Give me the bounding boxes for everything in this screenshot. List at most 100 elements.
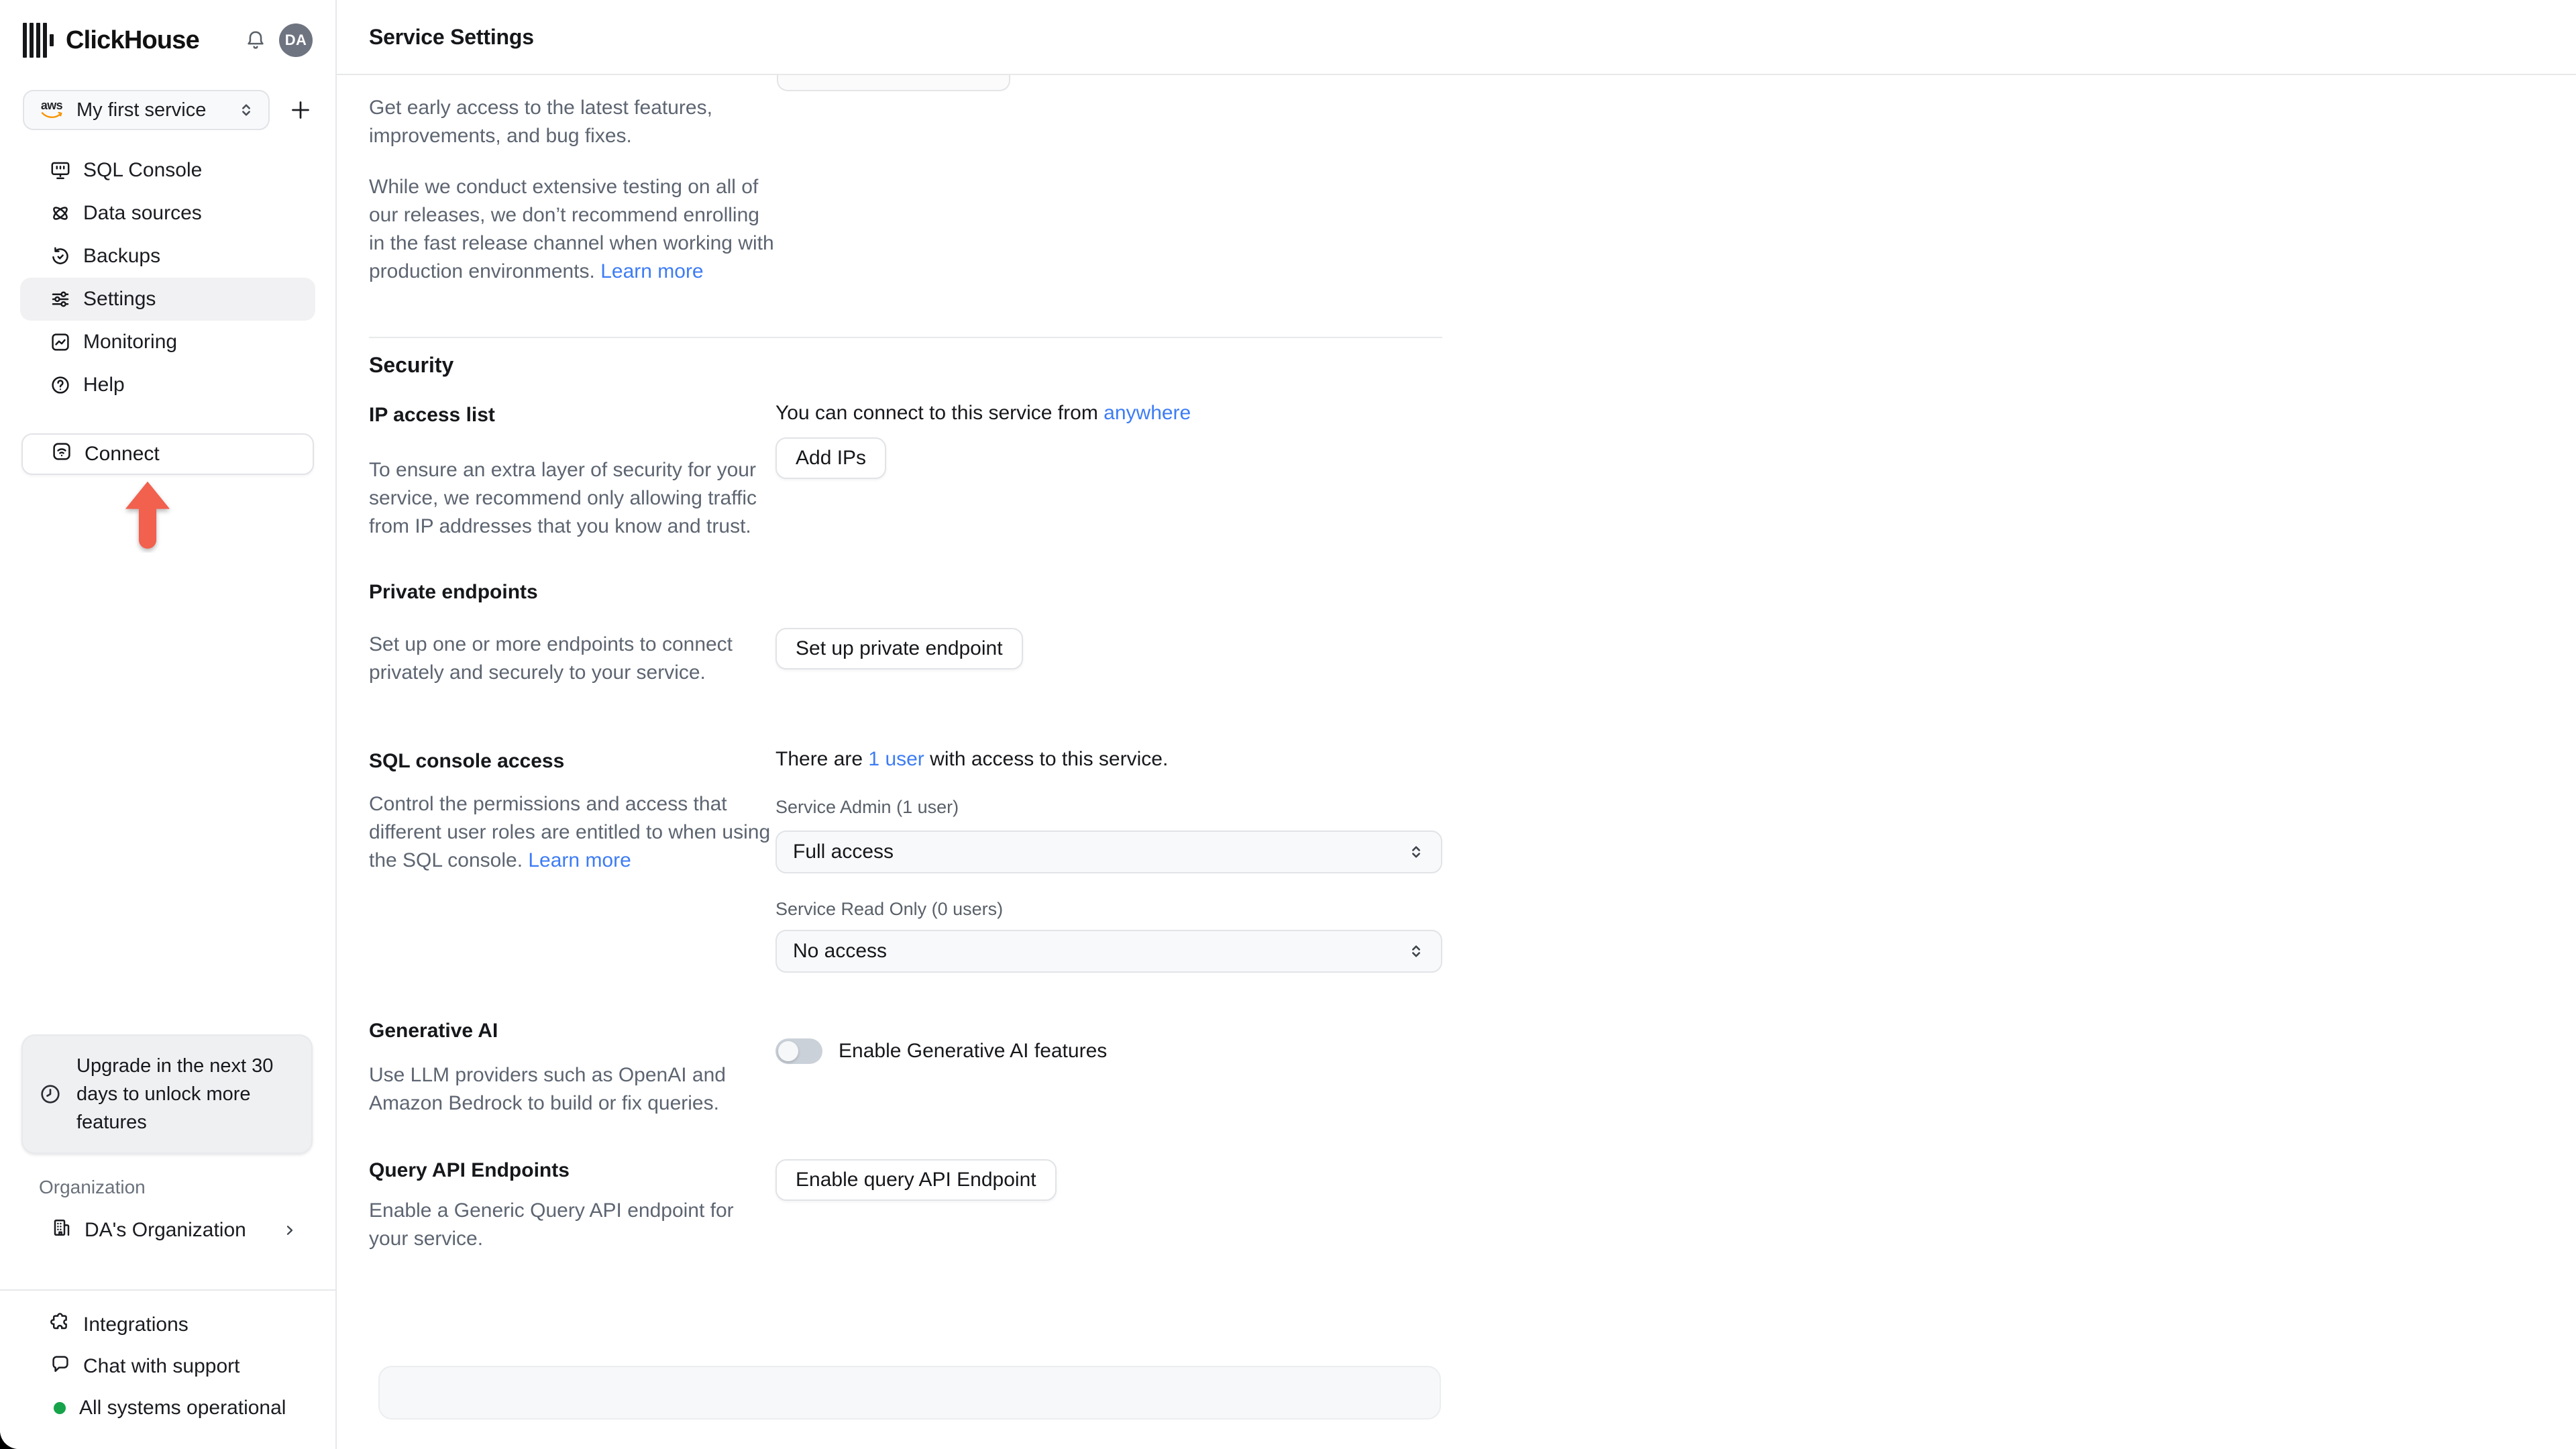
sidebar-item-backups[interactable]: Backups xyxy=(20,235,315,278)
annotation-arrow-icon xyxy=(125,481,170,549)
private-endpoints-description: Set up one or more endpoints to connect … xyxy=(369,633,733,684)
backups-history-icon xyxy=(50,246,71,267)
page-title: Service Settings xyxy=(369,24,534,49)
service-readonly-select[interactable]: No access xyxy=(775,930,1442,973)
aws-provider-icon: aws xyxy=(40,99,63,119)
private-endpoints-left-col: Private endpoints Set up one or more end… xyxy=(369,581,775,687)
release-channel-select-cutoff[interactable] xyxy=(777,75,1010,91)
footer-item-label: Chat with support xyxy=(83,1355,240,1377)
connect-wifi-icon xyxy=(51,441,72,468)
service-admin-field-label: Service Admin (1 user) xyxy=(775,797,959,817)
clickhouse-logo-icon xyxy=(23,23,54,58)
connect-button[interactable]: Connect xyxy=(21,433,314,475)
data-sources-icon xyxy=(50,203,71,224)
query-api-endpoints-label: Query API Endpoints xyxy=(369,1159,570,1181)
section-divider xyxy=(369,337,1442,338)
security-heading: Security xyxy=(369,353,454,377)
sql-console-access-description: Control the permissions and access that … xyxy=(369,790,774,875)
sql-console-access-label: SQL console access xyxy=(369,750,565,772)
connect-button-label: Connect xyxy=(85,443,160,465)
service-selector[interactable]: aws My first service xyxy=(23,90,270,130)
service-admin-select[interactable]: Full access xyxy=(775,830,1442,873)
service-readonly-field-label: Service Read Only (0 users) xyxy=(775,899,1004,919)
sidebar-item-label: Backups xyxy=(83,245,161,267)
sidebar-item-chat-support[interactable]: Chat with support xyxy=(20,1346,315,1387)
generative-ai-toggle-line: Enable Generative AI features xyxy=(775,1038,1442,1064)
generative-ai-row: Generative AI Use LLM providers such as … xyxy=(369,1020,1442,1118)
sidebar-item-settings[interactable]: Settings xyxy=(20,278,315,321)
private-endpoints-right-col: Set up private endpoint xyxy=(775,581,1442,687)
sidebar-item-label: Monitoring xyxy=(83,331,178,353)
one-user-link[interactable]: 1 user xyxy=(868,748,924,770)
ip-access-status-text: You can connect to this service from xyxy=(775,402,1098,424)
add-service-button[interactable] xyxy=(288,99,313,121)
ip-access-description: To ensure an extra layer of security for… xyxy=(369,459,757,537)
chevron-up-down-icon xyxy=(1407,843,1425,861)
service-selector-row: aws My first service xyxy=(23,90,313,130)
app-wordmark: ClickHouse xyxy=(66,25,200,54)
sql-access-users-line: There are 1 user with access to this ser… xyxy=(775,747,1442,771)
sidebar-nav: SQL Console Data sources Backups Setting… xyxy=(20,149,315,407)
ip-access-right-col: You can connect to this service from any… xyxy=(775,401,1442,541)
generative-ai-right-col: Enable Generative AI features xyxy=(775,1020,1442,1118)
sidebar-item-data-sources[interactable]: Data sources xyxy=(20,192,315,235)
generative-ai-toggle-label: Enable Generative AI features xyxy=(839,1040,1108,1062)
private-endpoints-row: Private endpoints Set up one or more end… xyxy=(369,581,1442,687)
learn-more-link[interactable]: Learn more xyxy=(600,260,703,282)
organization-section-label: Organization xyxy=(39,1177,146,1197)
organization-item[interactable]: DA's Organization xyxy=(21,1209,314,1252)
sidebar-item-help[interactable]: Help xyxy=(20,364,315,407)
generative-ai-label: Generative AI xyxy=(369,1020,498,1042)
release-channel-description-1: Get early access to the latest features,… xyxy=(369,97,712,147)
chevron-up-down-icon xyxy=(1407,942,1425,961)
service-selector-label: My first service xyxy=(76,99,207,121)
sidebar-item-label: Help xyxy=(83,374,125,396)
main-header: Service Settings xyxy=(337,0,2576,75)
toggle-knob xyxy=(778,1041,798,1061)
footer-item-label: Integrations xyxy=(83,1313,189,1336)
anywhere-link[interactable]: anywhere xyxy=(1104,402,1191,424)
ip-access-label: IP access list xyxy=(369,404,495,426)
organization-section: Organization DA's Organization xyxy=(21,1177,314,1252)
query-api-description: Enable a Generic Query API endpoint for … xyxy=(369,1199,734,1250)
service-admin-select-value: Full access xyxy=(793,841,894,863)
sidebar: ClickHouse DA aws My first service SQL C… xyxy=(0,0,337,1449)
ip-access-status-line: You can connect to this service from any… xyxy=(775,401,1442,425)
system-status-item[interactable]: All systems operational xyxy=(20,1387,315,1429)
status-green-dot-icon xyxy=(54,1402,66,1414)
ip-access-list-row: IP access list To ensure an extra layer … xyxy=(369,401,1442,541)
sidebar-item-integrations[interactable]: Integrations xyxy=(20,1304,315,1346)
enable-query-api-button[interactable]: Enable query API Endpoint xyxy=(775,1159,1057,1201)
upgrade-notice-card[interactable]: Upgrade in the next 30 days to unlock mo… xyxy=(21,1034,313,1154)
chat-bubble-icon xyxy=(50,1353,71,1380)
query-api-left-col: Query API Endpoints Enable a Generic Que… xyxy=(369,1159,775,1253)
organization-name: DA's Organization xyxy=(85,1219,246,1241)
settings-sliders-icon xyxy=(50,288,71,310)
puzzle-icon xyxy=(50,1311,71,1338)
setup-private-endpoint-button[interactable]: Set up private endpoint xyxy=(775,628,1023,669)
ip-access-left-col: IP access list To ensure an extra layer … xyxy=(369,404,775,541)
notifications-bell-icon[interactable] xyxy=(244,29,267,52)
sidebar-item-sql-console[interactable]: SQL Console xyxy=(20,149,315,192)
generative-ai-description: Use LLM providers such as OpenAI and Ama… xyxy=(369,1064,726,1114)
sidebar-item-monitoring[interactable]: Monitoring xyxy=(20,321,315,364)
generative-ai-left-col: Generative AI Use LLM providers such as … xyxy=(369,1020,775,1118)
app-window: ClickHouse DA aws My first service SQL C… xyxy=(0,0,2576,1449)
sidebar-item-label: Settings xyxy=(83,288,156,310)
add-ips-button[interactable]: Add IPs xyxy=(775,437,887,479)
next-section-card-cutoff xyxy=(378,1366,1441,1419)
help-circle-icon xyxy=(50,374,71,396)
system-status-label: All systems operational xyxy=(79,1397,286,1419)
learn-more-link[interactable]: Learn more xyxy=(528,849,631,871)
release-channel-description-2: While we conduct extensive testing on al… xyxy=(369,173,774,286)
query-api-right-col: Enable query API Endpoint xyxy=(775,1159,1442,1253)
clock-icon xyxy=(39,1083,62,1106)
sql-console-access-left-col: SQL console access Control the permissio… xyxy=(369,750,775,973)
sidebar-footer: Integrations Chat with support All syste… xyxy=(0,1289,335,1449)
users-line-suffix: with access to this service. xyxy=(930,748,1169,770)
main-panel: Service Settings Get early access to the… xyxy=(337,0,2576,1449)
sql-console-access-right-col: There are 1 user with access to this ser… xyxy=(775,747,1442,973)
private-endpoints-label: Private endpoints xyxy=(369,581,538,603)
avatar[interactable]: DA xyxy=(279,23,313,57)
generative-ai-toggle[interactable] xyxy=(775,1038,822,1064)
